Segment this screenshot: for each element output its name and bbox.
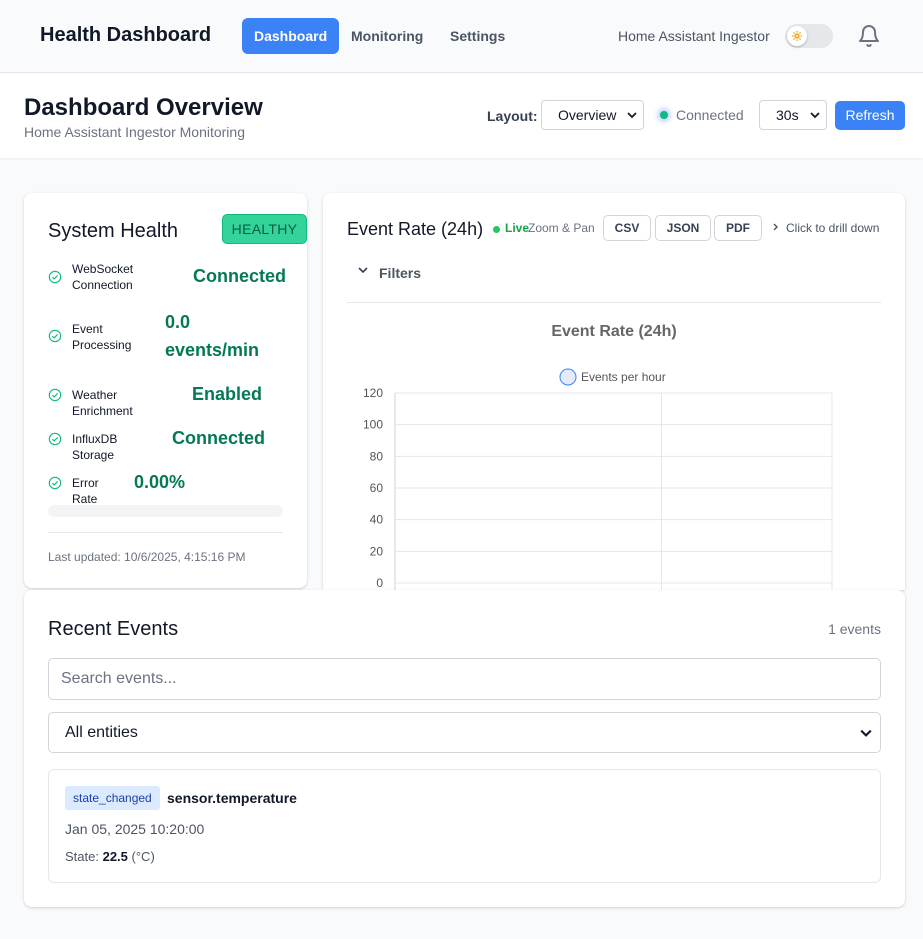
chart-title: Event Rate (24h) — [551, 323, 676, 340]
check-circle-icon — [48, 432, 62, 446]
divider — [48, 532, 283, 533]
sun-icon — [792, 31, 802, 41]
last-updated: Last updated: 10/6/2025, 4:15:16 PM — [48, 550, 246, 564]
search-input[interactable]: Search events... — [48, 658, 881, 700]
brand-title: Health Dashboard — [40, 24, 212, 46]
connection-status: Connected — [676, 107, 744, 123]
chevron-down-icon — [860, 729, 872, 737]
connection-status-dot — [660, 111, 668, 119]
chevron-down-icon — [627, 112, 637, 119]
theme-toggle[interactable] — [785, 24, 833, 48]
system-health-card: System Health HEALTHY WebSocket Connecti… — [24, 193, 307, 588]
check-circle-icon — [48, 329, 62, 343]
filters-toggle[interactable]: Filters — [379, 265, 421, 281]
y-tick-label: 0 — [376, 576, 383, 590]
event-list-item[interactable]: state_changed sensor.temperature Jan 05,… — [48, 769, 881, 883]
system-health-title: System Health — [48, 220, 179, 242]
layout-label: Layout: — [487, 108, 538, 124]
event-rate-card: Event Rate (24h) Live Zoom & Pan CSV JSO… — [323, 193, 905, 590]
y-tick-label: 100 — [363, 418, 383, 432]
health-value: 0.00% — [134, 472, 186, 492]
app-name: Home Assistant Ingestor — [618, 28, 770, 44]
chart-panel-title: Event Rate (24h) — [347, 219, 484, 239]
live-label: Live — [505, 221, 530, 235]
health-label: WebSocket Connection — [72, 262, 134, 292]
top-nav: Health Dashboard Dashboard Monitoring Se… — [0, 0, 923, 73]
chevron-down-icon — [810, 112, 820, 119]
export-json-button[interactable]: JSON — [655, 215, 711, 241]
event-state-label: State: — [65, 849, 99, 864]
y-tick-label: 120 — [363, 386, 383, 400]
health-label: InfluxDB Storage — [72, 432, 118, 462]
chevron-right-icon — [773, 223, 778, 231]
nav-link-settings[interactable]: Settings — [438, 18, 517, 54]
health-value: Enabled — [192, 384, 263, 404]
health-label: Error Rate — [72, 476, 99, 506]
event-type-badge: state_changed — [65, 786, 160, 810]
nav-link-monitoring[interactable]: Monitoring — [339, 18, 435, 54]
layout-select-value: Overview — [558, 107, 617, 123]
toggle-knob — [787, 26, 807, 46]
health-label: Event Processing — [72, 322, 132, 352]
events-count: 1 events — [828, 621, 881, 637]
event-state: State: 22.5 (°C) — [65, 849, 155, 864]
export-csv-button[interactable]: CSV — [603, 215, 651, 241]
check-circle-icon — [48, 476, 62, 490]
event-state-unit: (°C) — [131, 849, 155, 864]
page-title: Dashboard Overview — [24, 94, 263, 121]
refresh-interval-select[interactable]: 30s — [759, 100, 827, 130]
bell-icon[interactable] — [857, 24, 881, 48]
layout-select[interactable]: Overview — [541, 100, 644, 130]
y-tick-label: 80 — [370, 449, 384, 463]
chevron-down-icon[interactable] — [357, 264, 369, 276]
health-value: 0.0 events/min — [165, 312, 260, 360]
check-circle-icon — [48, 388, 62, 402]
check-circle-icon — [48, 270, 62, 284]
health-label: Weather Enrichment — [72, 388, 133, 418]
event-entity: sensor.temperature — [167, 790, 297, 806]
y-tick-label: 20 — [370, 544, 384, 558]
legend-label: Events per hour — [581, 370, 666, 384]
chart-legend[interactable]: Events per hour — [559, 368, 666, 386]
page-subtitle: Home Assistant Ingestor Monitoring — [24, 124, 245, 140]
refresh-interval-value: 30s — [776, 107, 799, 123]
error-rate-bar — [48, 505, 283, 517]
refresh-button[interactable]: Refresh — [835, 101, 905, 130]
export-pdf-button[interactable]: PDF — [714, 215, 762, 241]
page-header: Dashboard Overview Home Assistant Ingest… — [0, 74, 923, 158]
status-badge: HEALTHY — [222, 214, 307, 244]
live-indicator-dot — [493, 226, 500, 233]
zoom-pan-label: Zoom & Pan — [528, 221, 595, 235]
health-value: Connected — [172, 428, 266, 448]
plot-area: 120 100 80 60 40 20 0 — [363, 386, 833, 590]
recent-events-title: Recent Events — [48, 618, 179, 640]
y-tick-label: 40 — [370, 513, 384, 527]
entity-filter-value: All entities — [65, 723, 138, 741]
recent-events-card: Recent Events 1 events Search events... … — [24, 590, 905, 907]
drill-down-hint: Click to drill down — [786, 221, 880, 235]
health-value: Connected — [193, 266, 287, 286]
event-state-value: 22.5 — [102, 849, 128, 864]
entity-filter-select[interactable]: All entities — [48, 712, 881, 753]
event-timestamp: Jan 05, 2025 10:20:00 — [65, 821, 205, 837]
event-rate-chart[interactable]: Event Rate (24h) Events per hour 120 100 8… — [347, 303, 881, 590]
y-tick-label: 60 — [370, 481, 384, 495]
nav-link-dashboard[interactable]: Dashboard — [242, 18, 340, 54]
